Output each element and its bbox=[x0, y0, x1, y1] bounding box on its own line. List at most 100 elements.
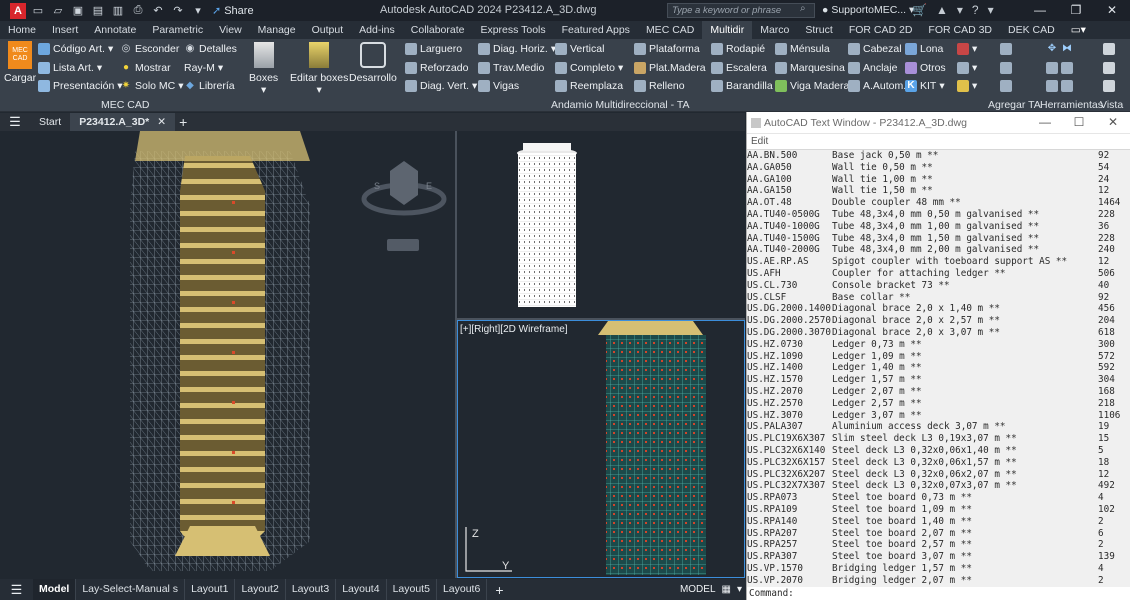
diag-vert-button[interactable]: Diag. Vert. ▾ bbox=[405, 80, 477, 92]
desarrollo-button[interactable]: Desarrollo bbox=[349, 42, 397, 84]
larguero-button[interactable]: Larguero bbox=[405, 43, 462, 55]
wcs-button[interactable] bbox=[387, 239, 419, 251]
tab-for-cad-3d[interactable]: FOR CAD 3D bbox=[920, 21, 1000, 39]
command-prompt[interactable]: Command: bbox=[747, 588, 1130, 600]
save-icon[interactable]: ▣ bbox=[70, 4, 86, 17]
completo-button[interactable]: Completo ▾ bbox=[555, 62, 623, 74]
tab-featured-apps[interactable]: Featured Apps bbox=[554, 21, 638, 39]
vigas-button[interactable]: Vigas bbox=[478, 80, 519, 92]
diag-horiz-button[interactable]: Diag. Horiz. ▾ bbox=[478, 43, 556, 55]
grid-icon[interactable]: ▦ bbox=[722, 584, 731, 595]
new-tab-icon[interactable]: + bbox=[179, 114, 187, 130]
layout-tab-layout3[interactable]: Layout3 bbox=[286, 579, 337, 600]
tab-parametric[interactable]: Parametric bbox=[144, 21, 211, 39]
autodesk-icon[interactable]: ▲ bbox=[936, 3, 948, 17]
close-icon[interactable]: ✕ bbox=[157, 116, 166, 128]
close-icon[interactable]: ✕ bbox=[1094, 0, 1130, 21]
tab-dek-cad[interactable]: DEK CAD bbox=[1000, 21, 1063, 39]
herramientas-tool-1[interactable]: ✥ ⧓ bbox=[1046, 43, 1073, 55]
menu-icon[interactable]: ☰ bbox=[0, 114, 30, 130]
detalles-button[interactable]: ◉ Detalles bbox=[184, 43, 237, 55]
tab-home[interactable]: Home bbox=[0, 21, 44, 39]
search-icon[interactable]: ⌕ bbox=[800, 3, 806, 14]
agregar-ta-tool-5[interactable] bbox=[1000, 62, 1012, 74]
trav-medio-button[interactable]: Trav.Medio bbox=[478, 62, 544, 74]
help-dropdown-icon[interactable]: ▾ bbox=[988, 3, 994, 17]
undo-icon[interactable]: ↶ bbox=[150, 4, 166, 17]
agregar-ta-tool-1[interactable]: ▾ bbox=[957, 43, 977, 55]
tab-view[interactable]: View bbox=[211, 21, 250, 39]
herramientas-tool-2[interactable] bbox=[1046, 62, 1073, 74]
vista-tool-2[interactable] bbox=[1103, 62, 1115, 74]
text-window-output[interactable]: AA.BN.500 Base jack 0,50 m ** 92 AA.GA050 Wa… bbox=[747, 150, 1130, 587]
relleno-button[interactable]: Relleno bbox=[634, 80, 685, 92]
tab-struct[interactable]: Struct bbox=[797, 21, 840, 39]
help-icon[interactable]: ? bbox=[972, 3, 979, 17]
text-window-menu-edit[interactable]: Edit bbox=[747, 134, 1130, 150]
layout-tab-layout5[interactable]: Layout5 bbox=[387, 579, 437, 600]
layout-tab-model[interactable]: Model bbox=[33, 579, 77, 600]
more-icon[interactable]: ▾ bbox=[957, 3, 963, 17]
minimize-icon[interactable]: — bbox=[1028, 112, 1062, 132]
agregar-ta-tool-3[interactable]: ▾ bbox=[957, 80, 977, 92]
minimize-icon[interactable]: — bbox=[1022, 0, 1058, 21]
viewcube[interactable]: S E bbox=[360, 159, 448, 221]
lista-art-button[interactable]: Lista Art. ▾ bbox=[38, 62, 102, 74]
autocad-app-button[interactable]: A bbox=[10, 2, 26, 19]
layout-tab-layout1[interactable]: Layout1 bbox=[185, 579, 236, 600]
esconder-button[interactable]: ◎ Esconder bbox=[120, 43, 180, 55]
cargar-button[interactable]: MEC CAD Cargar bbox=[4, 41, 36, 84]
ribbon-display-toggle-icon[interactable]: ▭▾ bbox=[1063, 21, 1094, 39]
boxes-button[interactable]: Boxes ▾ bbox=[249, 42, 278, 96]
model-space-button[interactable]: MODEL bbox=[680, 584, 716, 595]
layout-menu-icon[interactable]: ☰ bbox=[0, 582, 33, 598]
anclaje-button[interactable]: Anclaje bbox=[848, 62, 897, 74]
tab-insert[interactable]: Insert bbox=[44, 21, 86, 39]
vista-tool-3[interactable] bbox=[1103, 80, 1115, 92]
barandilla-button[interactable]: Barandilla bbox=[711, 80, 773, 92]
layout-tab-layout2[interactable]: Layout2 bbox=[235, 579, 286, 600]
presentacion-button[interactable]: Presentación ▾ bbox=[38, 80, 123, 92]
vertical-button[interactable]: Vertical bbox=[555, 43, 604, 55]
vista-tool-1[interactable] bbox=[1103, 43, 1115, 55]
ray-m-button[interactable]: Ray-M ▾ bbox=[184, 62, 223, 74]
reemplaza-button[interactable]: Reemplaza bbox=[555, 80, 623, 92]
web-save-icon[interactable]: ▥ bbox=[110, 4, 126, 17]
layout-tab-layout4[interactable]: Layout4 bbox=[336, 579, 387, 600]
tab-annotate[interactable]: Annotate bbox=[86, 21, 144, 39]
share-button[interactable]: ➚ Share bbox=[212, 4, 254, 18]
tab-mec-cad[interactable]: MEC CAD bbox=[638, 21, 702, 39]
save-as-icon[interactable]: ▤ bbox=[90, 4, 106, 17]
kit-button[interactable]: K KIT ▾ bbox=[905, 80, 945, 92]
agregar-ta-tool-6[interactable] bbox=[1000, 80, 1012, 92]
qat-dropdown-icon[interactable]: ▾ bbox=[190, 4, 206, 17]
plot-icon[interactable]: ⎙ bbox=[130, 4, 146, 17]
close-icon[interactable]: ✕ bbox=[1096, 112, 1130, 132]
lona-button[interactable]: Lona bbox=[905, 43, 943, 55]
search-input[interactable]: Type a keyword or phrase bbox=[667, 3, 815, 18]
start-tab[interactable]: Start bbox=[30, 113, 70, 131]
mostrar-button[interactable]: ● Mostrar bbox=[120, 62, 171, 74]
file-tab[interactable]: P23412.A_3D* ✕ bbox=[70, 113, 176, 131]
layout-tab-lay-select-manual-s[interactable]: Lay-Select-Manual s bbox=[76, 579, 186, 600]
tab-multidir[interactable]: Multidir bbox=[702, 21, 753, 39]
reforzado-button[interactable]: Reforzado bbox=[405, 62, 468, 74]
rodapie-button[interactable]: Rodapié bbox=[711, 43, 765, 55]
libreria-button[interactable]: ◆ Librería bbox=[184, 80, 234, 92]
viewport-3d[interactable]: S E bbox=[0, 131, 455, 578]
tab-for-cad-2d[interactable]: FOR CAD 2D bbox=[841, 21, 921, 39]
mensula-button[interactable]: Ménsula bbox=[775, 43, 830, 55]
herramientas-tool-3[interactable] bbox=[1046, 80, 1073, 92]
new-file-icon[interactable]: ▭ bbox=[30, 4, 46, 17]
more-icon[interactable]: ▾ bbox=[737, 584, 742, 595]
tab-collaborate[interactable]: Collaborate bbox=[403, 21, 473, 39]
plat-madera-button[interactable]: Plat.Madera bbox=[634, 62, 706, 74]
add-layout-icon[interactable]: + bbox=[495, 582, 503, 598]
text-window-titlebar[interactable]: AutoCAD Text Window - P23412.A_3D.dwg — … bbox=[747, 112, 1130, 134]
a-autom-button[interactable]: A.Autom. bbox=[848, 80, 906, 92]
tab-express-tools[interactable]: Express Tools bbox=[472, 21, 553, 39]
redo-icon[interactable]: ↷ bbox=[170, 4, 186, 17]
cart-icon[interactable]: 🛒 bbox=[912, 3, 927, 17]
user-account[interactable]: ● SupportoMEC... ▾ bbox=[822, 4, 914, 16]
restore-icon[interactable]: ❐ bbox=[1058, 0, 1094, 21]
